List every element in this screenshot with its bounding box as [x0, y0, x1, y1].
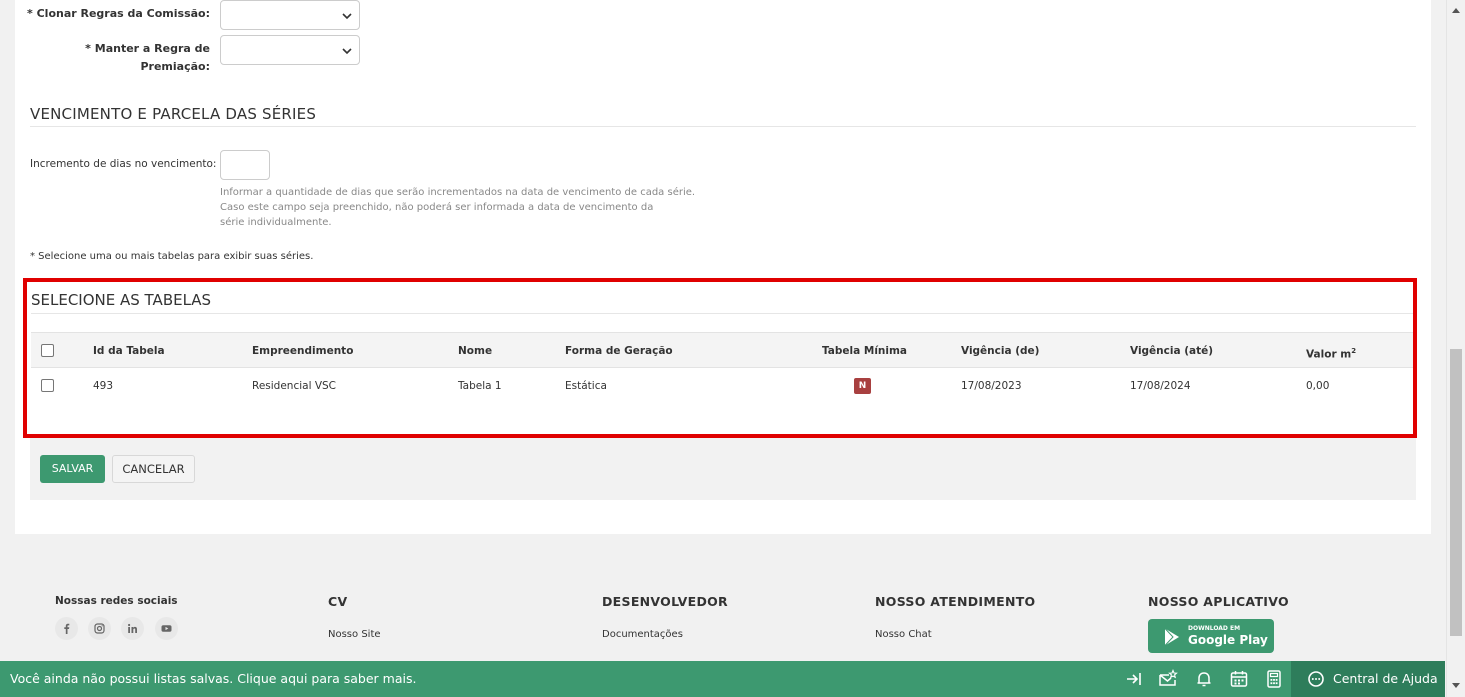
tables-section: SELECIONE AS TABELAS Id da Tabela Empree… — [23, 278, 1417, 438]
save-button[interactable]: SALVAR — [40, 455, 105, 483]
cv-title: CV — [328, 594, 348, 609]
help-center-button[interactable]: Central de Ajuda — [1291, 661, 1445, 697]
increment-days-input[interactable] — [220, 150, 270, 180]
header-id[interactable]: Id da Tabela — [93, 333, 165, 369]
help-line-1: Informar a quantidade de dias que serão … — [220, 187, 696, 198]
app-title: NOSSO APLICATIVO — [1148, 594, 1289, 609]
clone-rules-label: * Clonar Regras da Comissão: — [27, 7, 210, 20]
cell-name: Tabela 1 — [458, 380, 502, 392]
header-name[interactable]: Nome — [458, 333, 492, 369]
linkedin-icon — [128, 623, 137, 633]
keep-rule-label: * Manter a Regra de Premiação: — [20, 40, 210, 76]
cancel-button[interactable]: CANCELAR — [112, 455, 195, 483]
table-header-row: Id da Tabela Empreendimento Nome Forma d… — [31, 332, 1413, 368]
linkedin-link[interactable] — [121, 617, 144, 640]
scroll-up-arrow-icon[interactable] — [1451, 6, 1461, 14]
scroll-down-arrow-icon[interactable] — [1451, 682, 1461, 690]
google-play-icon — [1164, 628, 1179, 646]
instagram-link[interactable] — [88, 617, 111, 640]
vertical-scrollbar[interactable] — [1446, 0, 1465, 697]
social-title: Nossas redes sociais — [55, 595, 178, 607]
header-min-table[interactable]: Tabela Mínima — [822, 333, 907, 369]
youtube-icon — [161, 625, 172, 632]
dev-title: DESENVOLVEDOR — [602, 594, 728, 609]
cell-id: 493 — [93, 380, 114, 392]
cell-value-m2: 0,00 — [1306, 380, 1330, 392]
facebook-link[interactable] — [55, 617, 78, 640]
tables-title: SELECIONE AS TABELAS — [31, 291, 212, 309]
youtube-link[interactable] — [155, 617, 178, 640]
divider — [31, 313, 1413, 314]
cell-min-table: N — [854, 368, 871, 404]
cell-valid-to: 17/08/2024 — [1130, 380, 1191, 392]
google-play-button[interactable]: DOWNLOAD EM Google Play — [1148, 619, 1274, 653]
docs-link[interactable]: Documentações — [602, 629, 683, 640]
keep-rule-label-line1: * Manter a Regra de — [85, 42, 210, 55]
header-valid-from[interactable]: Vigência (de) — [961, 333, 1039, 369]
row-checkbox[interactable] — [41, 379, 54, 392]
cell-generation: Estática — [565, 380, 607, 392]
support-title: NOSSO ATENDIMENTO — [875, 594, 1036, 609]
calendar-icon[interactable] — [1229, 669, 1249, 689]
chat-help-icon — [1308, 671, 1324, 687]
keep-rule-select[interactable] — [220, 35, 360, 65]
select-all-checkbox[interactable] — [41, 344, 54, 357]
calculator-icon[interactable] — [1264, 669, 1284, 689]
clone-rules-select[interactable] — [220, 0, 360, 30]
increment-label: Incremento de dias no vencimento: — [30, 158, 217, 170]
scrollbar-thumb[interactable] — [1450, 349, 1462, 636]
chevron-down-icon — [342, 48, 352, 55]
instagram-icon — [94, 623, 105, 634]
google-play-small-text: DOWNLOAD EM — [1188, 625, 1241, 632]
mail-star-icon[interactable] — [1158, 669, 1178, 689]
increment-help-text: Informar a quantidade de dias que serão … — [220, 185, 720, 230]
due-section-title: VENCIMENTO E PARCELA DAS SÉRIES — [30, 105, 317, 123]
header-generation[interactable]: Forma de Geração — [565, 333, 673, 369]
header-value-m2-text: Valor m — [1306, 348, 1352, 361]
bottom-bar: Você ainda não possui listas salvas. Cli… — [0, 661, 1445, 697]
header-development[interactable]: Empreendimento — [252, 333, 353, 369]
select-tables-note: * Selecione uma ou mais tabelas para exi… — [30, 251, 314, 262]
saved-lists-message[interactable]: Você ainda não possui listas salvas. Cli… — [10, 671, 416, 686]
min-table-badge: N — [854, 378, 871, 394]
header-valid-to[interactable]: Vigência (até) — [1130, 333, 1213, 369]
help-line-3: série individualmente. — [220, 217, 332, 228]
header-value-m2[interactable]: Valor m2 — [1306, 333, 1356, 369]
bell-icon[interactable] — [1194, 669, 1214, 689]
keep-rule-label-line2: Premiação: — [140, 60, 210, 73]
help-center-label: Central de Ajuda — [1333, 671, 1438, 686]
chat-link[interactable]: Nosso Chat — [875, 629, 932, 640]
facebook-icon — [64, 623, 70, 634]
cv-site-link[interactable]: Nosso Site — [328, 629, 381, 640]
cell-valid-from: 17/08/2023 — [961, 380, 1022, 392]
divider — [30, 126, 1416, 127]
cell-development: Residencial VSC — [252, 380, 337, 392]
table-row[interactable]: 493 Residencial VSC Tabela 1 Estática N … — [31, 368, 1413, 404]
google-play-text: Google Play — [1188, 633, 1268, 647]
chevron-down-icon — [342, 13, 352, 20]
collapse-arrow-icon[interactable] — [1124, 669, 1144, 689]
help-line-2: Caso este campo seja preenchido, não pod… — [220, 202, 654, 213]
header-value-m2-sup: 2 — [1351, 347, 1357, 355]
